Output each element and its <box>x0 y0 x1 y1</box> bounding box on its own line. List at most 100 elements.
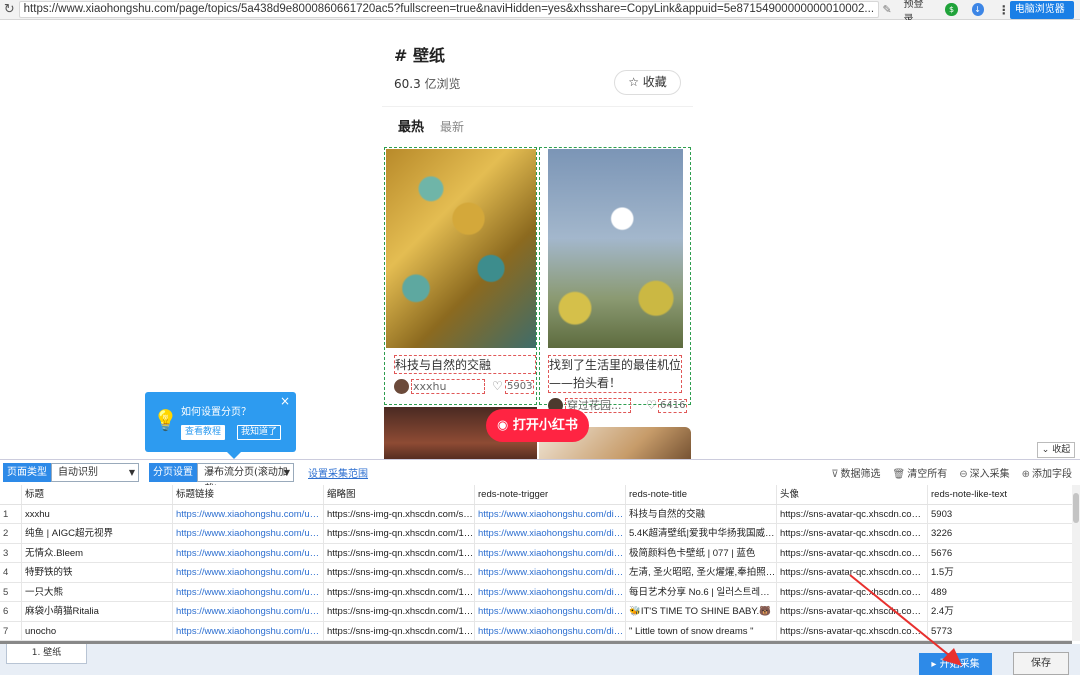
note-title[interactable]: 科技与自然的交融 <box>394 355 536 374</box>
table-cell: https://sns-img-qn.xhscdn.com/spect... <box>323 563 474 582</box>
table-cell: https://sns-img-qn.xhscdn.com/1040... <box>323 621 474 641</box>
scrollbar-thumb[interactable] <box>1073 493 1079 523</box>
table-cell: 特野铁的铁 <box>21 563 172 582</box>
table-row[interactable]: 6 麻袋小萌猫Ritalia https://www.xiaohongshu.c… <box>0 602 1072 622</box>
table-cell-link[interactable]: https://www.xiaohongshu.com/user/... <box>172 621 323 641</box>
table-cell: xxxhu <box>21 504 172 524</box>
toolbar-actions: ⊽ 数据筛选 🗑 清空所有 ⊖ 深入采集 ⊕ 添加字段 <box>831 465 1080 480</box>
table-cell: " Little town of snow dreams " <box>625 621 776 641</box>
table-cell: unocho <box>21 621 172 641</box>
topic-title: # 壁纸 <box>394 46 445 65</box>
row-index: 4 <box>3 567 9 578</box>
menu-dots-icon[interactable]: ⋮ <box>998 3 1010 17</box>
table-cell-link[interactable]: https://www.xiaohongshu.com/disco... <box>474 504 625 524</box>
browser-address-bar: ↻ https://www.xiaohongshu.com/page/topic… <box>0 0 1080 33</box>
note-likes: 6416 <box>658 399 688 413</box>
column-header[interactable]: 头像 <box>776 485 927 504</box>
pagination-select[interactable]: 瀑布流分页(滚动加载)▼ <box>197 462 294 495</box>
note-author[interactable]: xxxhu <box>411 379 485 394</box>
table-cell-link[interactable]: https://www.xiaohongshu.com/user/... <box>172 543 323 563</box>
table-row[interactable]: 1 xxxhu https://www.xiaohongshu.com/user… <box>0 504 1072 524</box>
vertical-scrollbar[interactable] <box>1072 485 1080 641</box>
table-cell: 麻袋小萌猫Ritalia <box>21 602 172 621</box>
edit-icon[interactable]: ✎ <box>879 3 896 16</box>
table-cell-link[interactable]: https://www.xiaohongshu.com/user/... <box>172 524 323 543</box>
column-header[interactable]: reds-note-like-text <box>927 485 1072 504</box>
filter-button[interactable]: ⊽ 数据筛选 <box>831 465 880 480</box>
deep-collect-button[interactable]: ⊖ 深入采集 <box>959 465 1009 480</box>
page-tab[interactable]: 1. 壁纸 <box>6 644 87 664</box>
table-cell: 5773 <box>927 621 1072 641</box>
pagination-label: 分页设置 <box>149 462 197 482</box>
table-cell-link[interactable]: https://www.xiaohongshu.com/user/... <box>172 504 323 524</box>
column-header[interactable]: 标题链接 <box>172 485 323 504</box>
filter-icon: ⊽ <box>831 468 839 480</box>
table-row[interactable]: 4 特野铁的铁 https://www.xiaohongshu.com/user… <box>0 563 1072 583</box>
clear-all-button[interactable]: 🗑 清空所有 <box>893 465 948 480</box>
avatar[interactable] <box>394 379 409 394</box>
column-header[interactable]: reds-note-title <box>625 485 776 504</box>
table-cell-link[interactable]: https://www.xiaohongshu.com/disco... <box>474 543 625 563</box>
column-header[interactable]: reds-note-trigger <box>474 485 625 504</box>
table-cell-link[interactable]: https://www.xiaohongshu.com/user/... <box>172 602 323 621</box>
view-tutorial-button[interactable]: 查看教程 <box>181 425 226 440</box>
got-it-button[interactable]: 我知道了 <box>237 425 282 440</box>
table-row[interactable]: 2 纯鱼 | AIGC超元视界 https://www.xiaohongshu.… <box>0 524 1072 544</box>
favorite-button[interactable]: ☆ 收藏 <box>614 70 681 95</box>
table-cell: 每日艺术分享 No.6 | 일러스트레이... <box>625 582 776 602</box>
table-row[interactable]: 3 无情众.Bleem https://www.xiaohongshu.com/… <box>0 543 1072 563</box>
tab-new[interactable]: 最新 <box>440 118 464 135</box>
page-type-select[interactable]: 自动识别 ▼ <box>51 462 139 482</box>
table-cell: https://sns-avatar-qc.xhscdn.com/av... <box>776 524 927 543</box>
column-header[interactable]: 缩略图 <box>323 485 474 504</box>
panel-toolbar: 页面类型 自动识别▼ 分页设置 瀑布流分页(滚动加载)▼ 设置采集范围 ⊽数据筛… <box>0 460 1080 495</box>
tab-hot[interactable]: 最热 <box>398 116 424 135</box>
note-thumbnail[interactable] <box>386 149 536 348</box>
table-cell: https://sns-avatar-qc.xhscdn.com/av... <box>776 621 927 641</box>
table-cell-link[interactable]: https://www.xiaohongshu.com/disco... <box>474 582 625 602</box>
table-cell-link[interactable]: https://www.xiaohongshu.com/disco... <box>474 621 625 641</box>
table-cell-link[interactable]: https://www.xiaohongshu.com/user/... <box>172 563 323 582</box>
column-header <box>0 485 21 504</box>
table-cell: 纯鱼 | AIGC超元视界 <box>21 524 172 543</box>
heart-icon[interactable]: ♡ <box>646 398 657 412</box>
table-cell-link[interactable]: https://www.xiaohongshu.com/disco... <box>474 602 625 621</box>
divider <box>382 106 693 107</box>
heart-icon[interactable]: ♡ <box>492 379 503 393</box>
table-cell-link[interactable]: https://www.xiaohongshu.com/disco... <box>474 524 625 543</box>
extension-green-icon[interactable]: $ <box>945 3 958 16</box>
save-button[interactable]: 保存 <box>1013 652 1069 675</box>
table-cell: 5.4K超清壁纸|爱我中华扬我国威 | 国... <box>625 524 776 543</box>
note-thumbnail[interactable] <box>548 149 683 348</box>
note-title[interactable]: 找到了生活里的最佳机位——抬头看！ <box>548 355 682 393</box>
column-header[interactable]: 标题 <box>21 485 172 504</box>
start-collect-button[interactable]: ▸ 开始采集 <box>919 653 992 675</box>
table-row[interactable]: 5 一只大熊 https://www.xiaohongshu.com/user/… <box>0 582 1072 602</box>
reload-icon[interactable]: ↻ <box>0 2 19 17</box>
collector-panel: 页面类型 自动识别▼ 分页设置 瀑布流分页(滚动加载)▼ 设置采集范围 ⊽数据筛… <box>0 459 1080 675</box>
close-icon[interactable]: × <box>280 394 290 408</box>
table-cell: https://sns-avatar-qc.xhscdn.com/av... <box>776 563 927 582</box>
data-table: 标题 标题链接 缩略图 reds-note-trigger reds-note-… <box>0 485 1072 641</box>
pc-browser-button[interactable]: 电脑浏览器 ▾ <box>1009 0 1074 33</box>
table-cell: 🐝IT'S TIME TO SHINE BABY.🐻 <box>625 602 776 621</box>
table-header: 标题 标题链接 缩略图 reds-note-trigger reds-note-… <box>0 485 1072 505</box>
collapse-button[interactable]: ⌄ 收起 <box>1037 442 1075 458</box>
note-card[interactable]: 科技与自然的交融 xxxhu ♡ 5903 <box>384 147 537 405</box>
add-field-button[interactable]: ⊕ 添加字段 <box>1022 465 1072 480</box>
table-cell: 1.5万 <box>927 563 1072 582</box>
open-app-button[interactable]: ◉ 打开小红书 <box>486 409 589 442</box>
table-row[interactable]: 7 unocho https://www.xiaohongshu.com/use… <box>0 621 1072 641</box>
extension-blue-icon[interactable]: ↓ <box>971 3 984 16</box>
tooltip-title: 如何设置分页？ <box>181 407 251 418</box>
note-card[interactable]: 找到了生活里的最佳机位——抬头看！ 穿过花园... ♡ 6416 <box>539 147 691 413</box>
table-cell: https://sns-img-qn.xhscdn.com/1040... <box>323 524 474 543</box>
page-type-label: 页面类型 <box>3 462 51 482</box>
table-cell: 极简颜料色卡壁纸 | 077 | 蓝色 <box>625 543 776 563</box>
row-index: 7 <box>3 625 9 637</box>
table-cell-link[interactable]: https://www.xiaohongshu.com/user/... <box>172 582 323 602</box>
table-cell-link[interactable]: https://www.xiaohongshu.com/disco... <box>474 563 625 582</box>
url-field[interactable]: https://www.xiaohongshu.com/page/topics/… <box>18 1 879 18</box>
collect-range-link[interactable]: 设置采集范围 <box>308 465 368 480</box>
row-index: 3 <box>3 547 9 559</box>
